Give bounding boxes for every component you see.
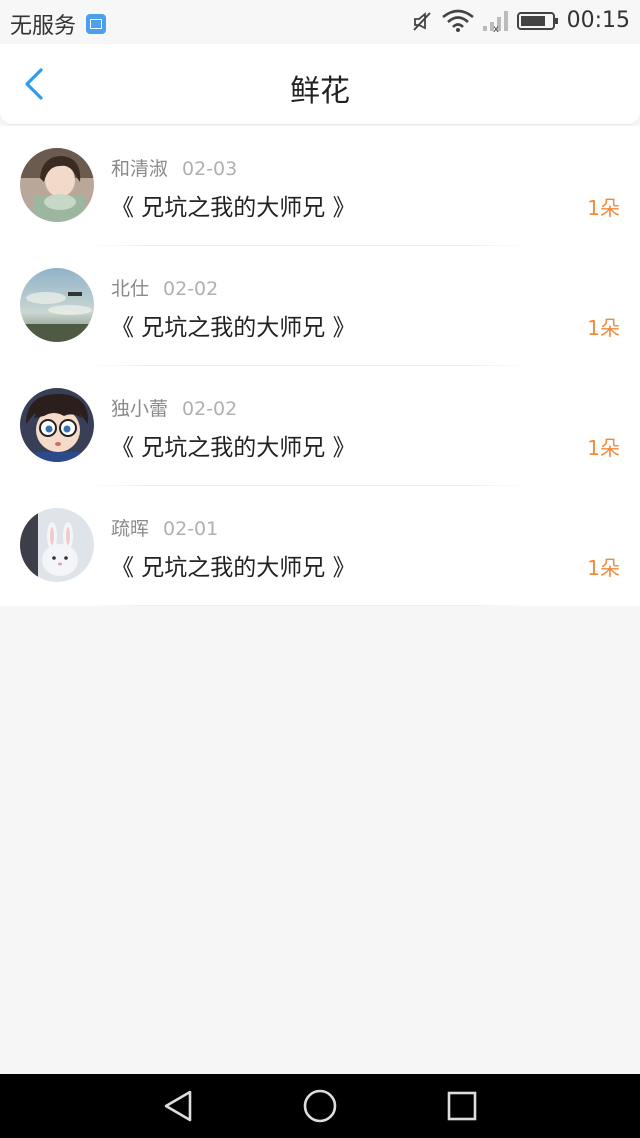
book-title: 《 兄坑之我的大师兄 》	[111, 315, 356, 341]
sky-photo-avatar[interactable]	[20, 268, 94, 342]
top-app-bar: 鲜花	[0, 44, 640, 124]
back-triangle-icon	[164, 1090, 192, 1122]
rabbit-avatar[interactable]	[20, 508, 94, 582]
recents-square-icon	[447, 1091, 477, 1121]
system-navigation-bar	[0, 1074, 640, 1138]
flower-list: 和清淑 02-03 《 兄坑之我的大师兄 》 1朵 北仕 02-02 《 兄坑之…	[0, 126, 640, 606]
user-name: 和清淑	[111, 158, 169, 180]
clock-time: 00:15	[566, 8, 630, 33]
list-item[interactable]: 疏晖 02-01 《 兄坑之我的大师兄 》 1朵	[0, 486, 640, 606]
user-name: 疏晖	[111, 518, 150, 540]
flower-count: 1朵	[587, 316, 620, 340]
flower-count: 1朵	[587, 436, 620, 460]
book-title: 《 兄坑之我的大师兄 》	[111, 435, 356, 461]
item-meta: 和清淑 02-03	[111, 154, 237, 181]
signal-icon: x	[482, 10, 508, 33]
gift-date: 02-01	[163, 518, 219, 540]
girl-photo-avatar[interactable]	[20, 148, 94, 222]
home-circle-icon	[303, 1089, 337, 1123]
item-meta: 独小蕾 02-02	[111, 394, 237, 421]
item-meta: 疏晖 02-01	[111, 514, 218, 541]
gift-date: 02-03	[182, 158, 238, 180]
status-right: x 00:15	[411, 8, 630, 33]
list-item[interactable]: 北仕 02-02 《 兄坑之我的大师兄 》 1朵	[0, 246, 640, 366]
book-title: 《 兄坑之我的大师兄 》	[111, 195, 356, 221]
nav-back-button[interactable]	[160, 1088, 196, 1124]
nav-recents-button[interactable]	[444, 1088, 480, 1124]
book-title: 《 兄坑之我的大师兄 》	[111, 555, 356, 581]
battery-icon	[516, 11, 558, 30]
svg-text:x: x	[493, 24, 499, 33]
gift-date: 02-02	[163, 278, 219, 300]
mute-icon	[412, 11, 431, 31]
carrier-text: 无服务	[10, 14, 77, 39]
user-name: 独小蕾	[111, 398, 169, 420]
gallery-notification-icon	[86, 14, 107, 34]
wifi-icon	[441, 9, 474, 32]
nav-home-button[interactable]	[302, 1088, 338, 1124]
anime-boy-avatar[interactable]	[20, 388, 94, 462]
flower-count: 1朵	[587, 196, 620, 220]
user-name: 北仕	[111, 278, 150, 300]
list-item[interactable]: 和清淑 02-03 《 兄坑之我的大师兄 》 1朵	[0, 126, 640, 246]
list-item[interactable]: 独小蕾 02-02 《 兄坑之我的大师兄 》 1朵	[0, 366, 640, 486]
status-left: 无服务	[10, 8, 107, 40]
status-bar: 无服务 x 00:15	[0, 0, 640, 44]
page-title: 鲜花	[290, 74, 350, 109]
gift-date: 02-02	[182, 398, 238, 420]
divider	[86, 605, 530, 606]
flower-count: 1朵	[587, 556, 620, 580]
item-meta: 北仕 02-02	[111, 274, 218, 301]
